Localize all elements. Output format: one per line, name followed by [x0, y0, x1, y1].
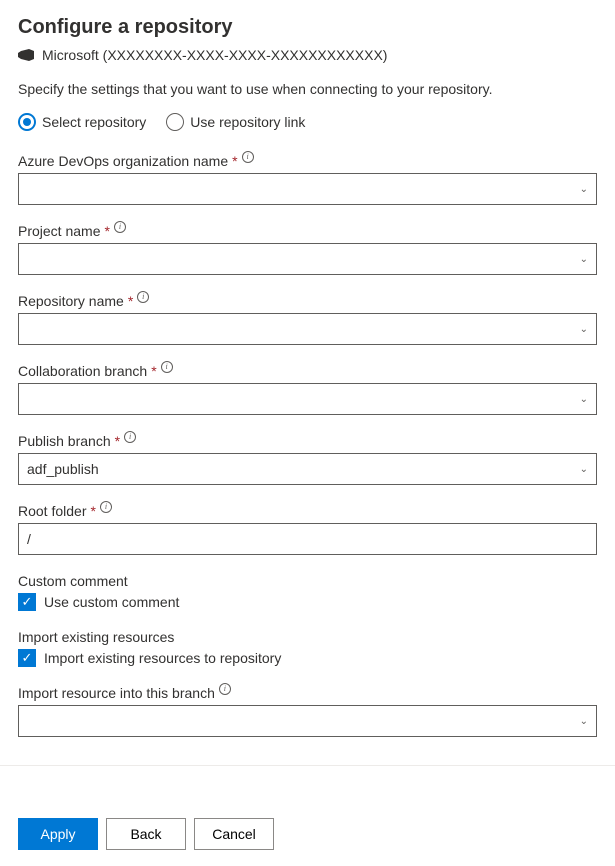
repository-name-label: Repository name — [18, 293, 124, 309]
radio-select-repository[interactable]: Select repository — [18, 113, 146, 131]
chevron-down-icon: ⌄ — [580, 716, 588, 727]
import-resources-label: Import existing resources to repository — [44, 650, 281, 666]
radio-dot-icon — [166, 113, 184, 131]
repo-mode-radio-group: Select repository Use repository link — [18, 113, 597, 131]
repository-name-dropdown[interactable]: ⌄ — [18, 313, 597, 345]
root-folder-label: Root folder — [18, 503, 86, 519]
back-button[interactable]: Back — [106, 818, 186, 850]
chevron-down-icon: ⌄ — [580, 184, 588, 195]
import-resources-checkbox[interactable]: ✓ — [18, 649, 36, 667]
use-custom-comment-checkbox[interactable]: ✓ — [18, 593, 36, 611]
use-custom-comment-label: Use custom comment — [44, 594, 179, 610]
info-icon[interactable]: i — [124, 431, 136, 443]
publish-branch-label: Publish branch — [18, 433, 111, 449]
collaboration-branch-dropdown[interactable]: ⌄ — [18, 383, 597, 415]
info-icon[interactable]: i — [137, 291, 149, 303]
chevron-down-icon: ⌄ — [580, 394, 588, 405]
import-resources-header: Import existing resources — [18, 629, 597, 645]
button-bar: Apply Back Cancel — [18, 818, 597, 850]
dropdown-value: adf_publish — [27, 461, 99, 477]
description-text: Specify the settings that you want to us… — [18, 81, 597, 97]
required-indicator: * — [115, 433, 120, 449]
info-icon[interactable]: i — [242, 151, 254, 163]
import-branch-label: Import resource into this branch — [18, 685, 215, 701]
radio-use-repository-link[interactable]: Use repository link — [166, 113, 305, 131]
info-icon[interactable]: i — [114, 221, 126, 233]
chevron-down-icon: ⌄ — [580, 324, 588, 335]
cancel-button[interactable]: Cancel — [194, 818, 274, 850]
info-icon[interactable]: i — [100, 501, 112, 513]
info-icon[interactable]: i — [161, 361, 173, 373]
project-name-label: Project name — [18, 223, 100, 239]
required-indicator: * — [128, 293, 133, 309]
project-name-dropdown[interactable]: ⌄ — [18, 243, 597, 275]
required-indicator: * — [151, 363, 156, 379]
publish-branch-dropdown[interactable]: adf_publish ⌄ — [18, 453, 597, 485]
required-indicator: * — [232, 153, 237, 169]
radio-dot-icon — [18, 113, 36, 131]
chevron-down-icon: ⌄ — [580, 464, 588, 475]
root-folder-input[interactable] — [18, 523, 597, 555]
required-indicator: * — [90, 503, 95, 519]
required-indicator: * — [104, 223, 109, 239]
org-name: Microsoft (XXXXXXXX-XXXX-XXXX-XXXXXXXXXX… — [42, 47, 387, 63]
collaboration-branch-label: Collaboration branch — [18, 363, 147, 379]
org-name-label: Azure DevOps organization name — [18, 153, 228, 169]
apply-button[interactable]: Apply — [18, 818, 98, 850]
org-row: Microsoft (XXXXXXXX-XXXX-XXXX-XXXXXXXXXX… — [18, 47, 597, 63]
devops-icon — [18, 47, 34, 63]
radio-label: Select repository — [42, 114, 146, 130]
page-title: Configure a repository — [18, 16, 597, 39]
chevron-down-icon: ⌄ — [580, 254, 588, 265]
info-icon[interactable]: i — [219, 683, 231, 695]
radio-label: Use repository link — [190, 114, 305, 130]
divider — [0, 765, 615, 766]
import-branch-dropdown[interactable]: ⌄ — [18, 705, 597, 737]
custom-comment-header: Custom comment — [18, 573, 597, 589]
org-name-dropdown[interactable]: ⌄ — [18, 173, 597, 205]
